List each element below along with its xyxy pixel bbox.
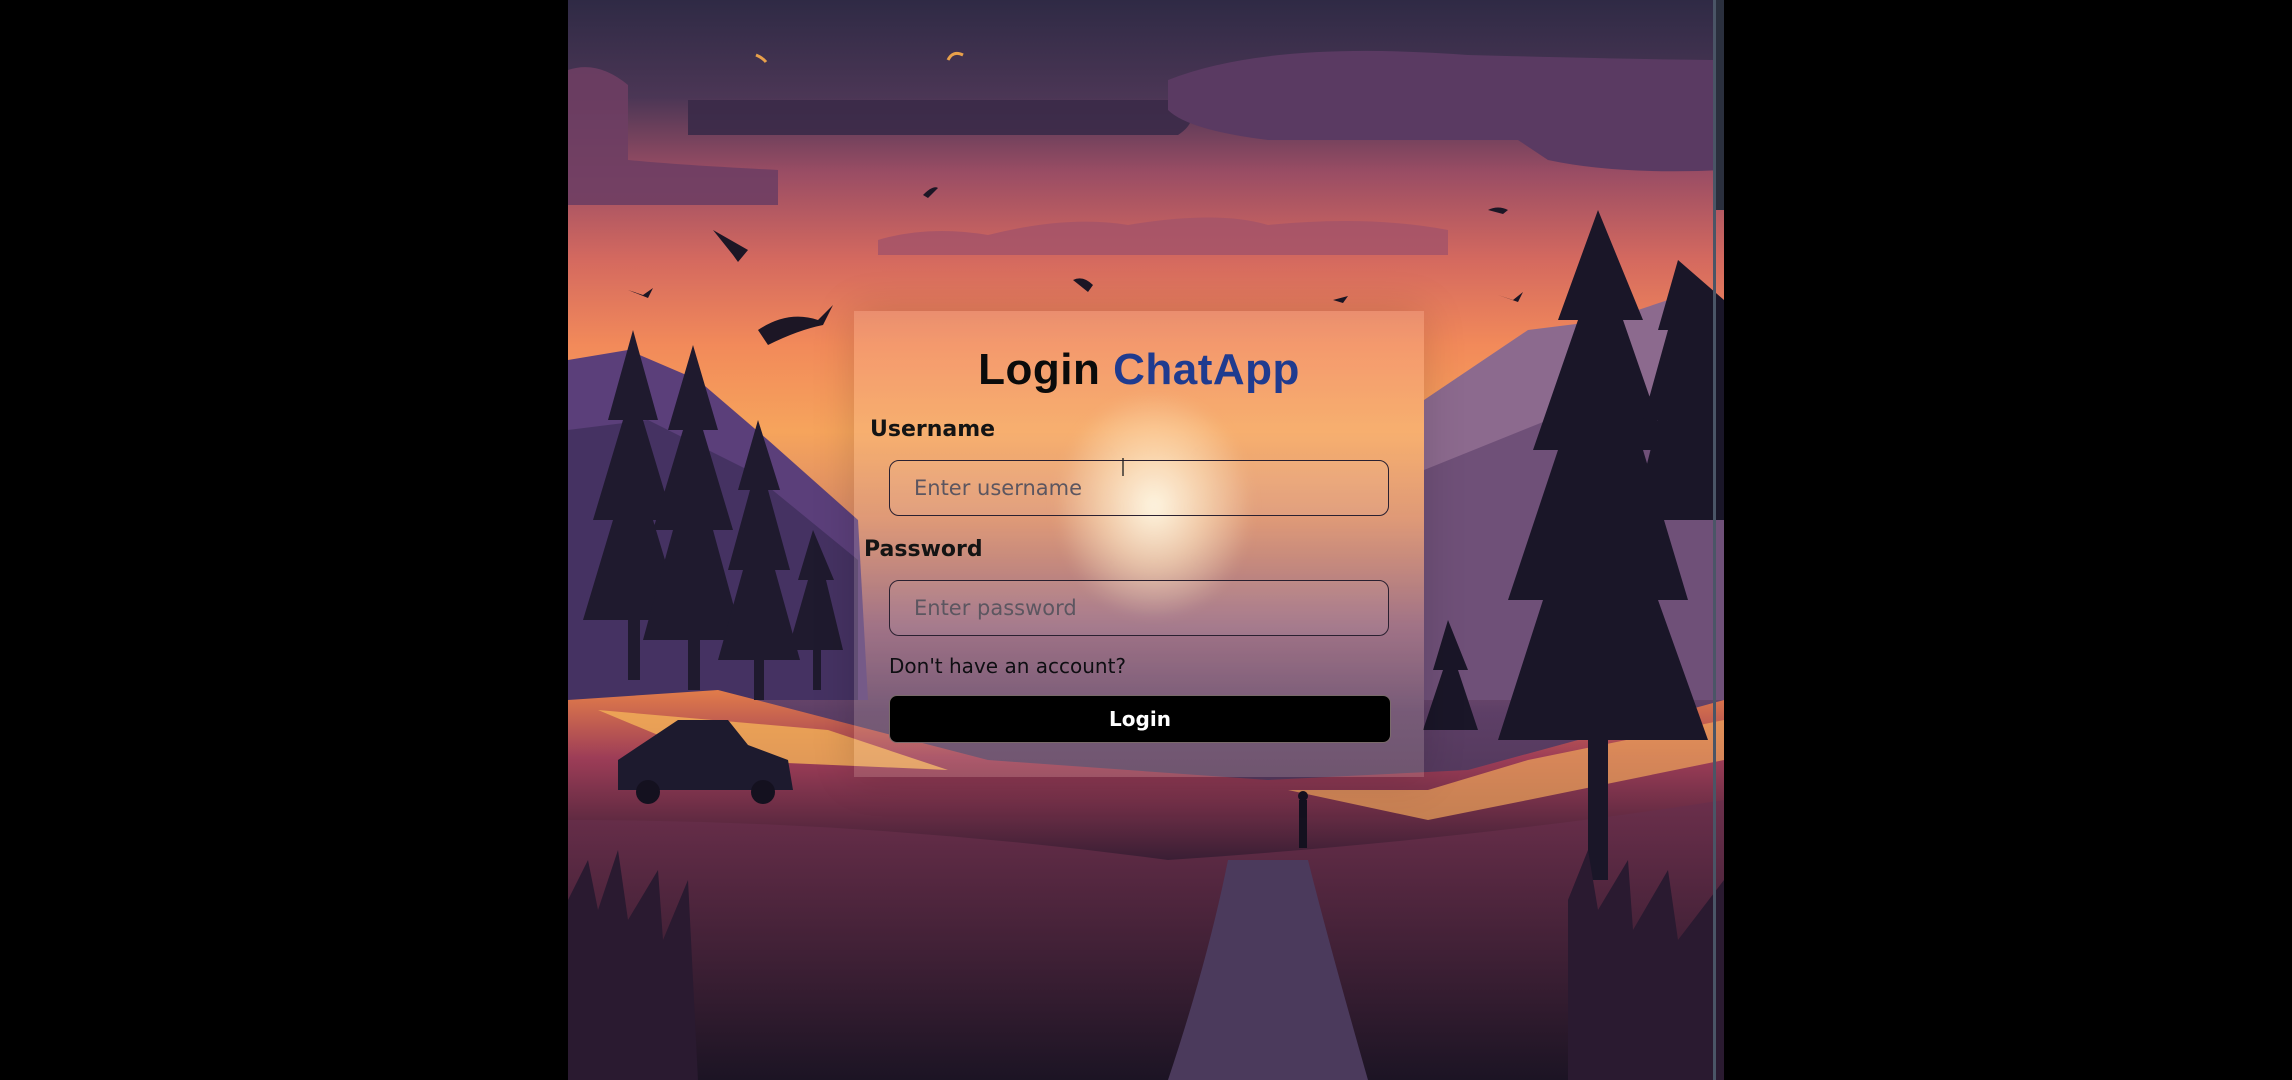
text-cursor-icon xyxy=(1122,458,1124,476)
login-card: Login ChatApp Username Password Don't ha… xyxy=(854,311,1424,777)
username-input[interactable] xyxy=(889,460,1389,516)
app-viewport: Login ChatApp Username Password Don't ha… xyxy=(568,0,1724,1080)
signup-link[interactable]: Don't have an account? xyxy=(889,654,1126,678)
password-label: Password xyxy=(864,537,983,562)
title-prefix: Login xyxy=(978,345,1101,394)
page-title: Login ChatApp xyxy=(854,345,1424,395)
username-label: Username xyxy=(870,417,996,442)
brand-name: ChatApp xyxy=(1113,345,1300,394)
password-input[interactable] xyxy=(889,580,1389,636)
scrollbar-thumb[interactable] xyxy=(1716,0,1724,210)
login-button[interactable]: Login xyxy=(889,695,1391,743)
